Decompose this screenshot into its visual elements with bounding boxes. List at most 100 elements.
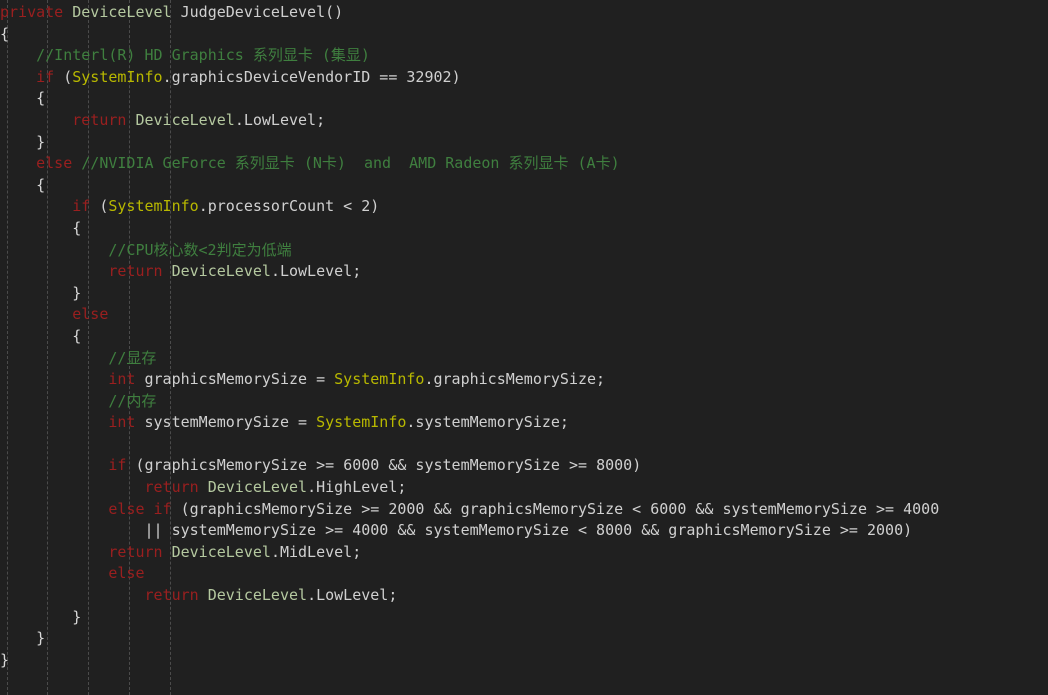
token-brace: { <box>36 89 46 108</box>
token-number: 4000 <box>352 521 389 540</box>
token-brace: } <box>72 607 82 626</box>
token-class: SystemInfo <box>334 370 425 389</box>
code-line[interactable]: { <box>0 175 1048 197</box>
code-line[interactable]: { <box>0 24 1048 46</box>
token-plain: JudgeDeviceLevel() <box>171 3 344 21</box>
code-line[interactable]: //CPU核心数<2判定为低端 <box>0 240 1048 262</box>
token-plain: .graphicsMemorySize; <box>424 370 606 389</box>
code-line[interactable]: } <box>0 628 1048 650</box>
code-line[interactable]: return DeviceLevel.LowLevel; <box>0 585 1048 607</box>
token-number: 32902 <box>406 67 452 86</box>
token-brace: } <box>36 629 46 648</box>
code-editor[interactable]: private DeviceLevel JudgeDeviceLevel(){ … <box>0 0 1048 695</box>
token-plain: .graphicsDeviceVendorID == <box>162 67 407 86</box>
code-line[interactable]: return DeviceLevel.HighLevel; <box>0 477 1048 499</box>
token-comment: //Interl(R) HD Graphics 系列显卡 (集显) <box>36 46 370 65</box>
code-line[interactable]: } <box>0 132 1048 154</box>
token-keyword: return <box>108 262 163 281</box>
token-type: DeviceLevel <box>207 478 308 497</box>
code-line[interactable]: return DeviceLevel.LowLevel; <box>0 261 1048 283</box>
token-plain: .systemMemorySize; <box>406 413 569 432</box>
code-line[interactable]: return DeviceLevel.MidLevel; <box>0 542 1048 564</box>
token-number: 6000 <box>343 456 380 475</box>
token-brace: { <box>36 175 46 194</box>
code-line[interactable]: } <box>0 650 1048 672</box>
code-line[interactable]: else //NVIDIA GeForce 系列显卡 (N卡) and AMD … <box>0 153 1048 175</box>
code-line[interactable]: { <box>0 218 1048 240</box>
token-number: 2000 <box>866 521 904 540</box>
code-line[interactable]: private DeviceLevel JudgeDeviceLevel() <box>0 2 1048 24</box>
code-line[interactable]: if (graphicsMemorySize >= 6000 && system… <box>0 455 1048 477</box>
token-keyword: int <box>108 413 136 432</box>
token-plain: ( <box>54 67 73 86</box>
token-plain: ) <box>370 197 380 216</box>
token-type: DeviceLevel <box>72 3 172 21</box>
token-plain: .HighLevel; <box>307 478 407 497</box>
token-keyword: else <box>72 305 109 324</box>
token-class: SystemInfo <box>108 197 199 216</box>
token-class: SystemInfo <box>316 413 407 432</box>
code-line[interactable]: || systemMemorySize >= 4000 && systemMem… <box>0 520 1048 542</box>
code-line[interactable] <box>0 434 1048 456</box>
code-line[interactable]: int systemMemorySize = SystemInfo.system… <box>0 412 1048 434</box>
token-comment: //内存 <box>108 391 157 410</box>
code-line[interactable]: } <box>0 283 1048 305</box>
token-number: 2000 <box>388 499 425 518</box>
token-keyword: if <box>108 456 127 475</box>
token-plain: ) <box>451 67 461 86</box>
code-line[interactable]: //内存 <box>0 391 1048 413</box>
code-line[interactable]: else <box>0 304 1048 326</box>
code-line[interactable]: } <box>0 607 1048 629</box>
token-comment: //CPU核心数<2判定为低端 <box>108 240 292 259</box>
code-line[interactable]: //显存 <box>0 348 1048 370</box>
code-line[interactable]: else if (graphicsMemorySize >= 2000 && g… <box>0 499 1048 521</box>
code-line[interactable]: //Interl(R) HD Graphics 系列显卡 (集显) <box>0 45 1048 67</box>
token-plain: .processorCount < <box>198 197 362 216</box>
token-plain: && graphicsMemorySize >= <box>632 521 867 540</box>
code-line[interactable]: if (SystemInfo.graphicsDeviceVendorID ==… <box>0 67 1048 89</box>
token-brace: } <box>36 132 46 151</box>
code-line[interactable]: if (SystemInfo.processorCount < 2) <box>0 196 1048 218</box>
code-line[interactable]: { <box>0 88 1048 110</box>
code-line[interactable]: { <box>0 326 1048 348</box>
token-plain: ) <box>632 456 642 475</box>
code-line[interactable]: else <box>0 563 1048 585</box>
code-content[interactable]: private DeviceLevel JudgeDeviceLevel(){ … <box>0 0 1048 671</box>
token-plain: && systemMemorySize >= <box>686 499 904 518</box>
token-plain: || systemMemorySize >= <box>0 521 353 540</box>
token-keyword: return <box>72 110 127 129</box>
token-keyword: else <box>108 564 145 583</box>
token-keyword: return <box>108 542 163 561</box>
token-keyword: private <box>0 3 64 21</box>
token-plain: ) <box>903 521 913 540</box>
code-line[interactable]: int graphicsMemorySize = SystemInfo.grap… <box>0 369 1048 391</box>
token-plain: && graphicsMemorySize < <box>424 499 651 518</box>
code-line[interactable]: return DeviceLevel.LowLevel; <box>0 110 1048 132</box>
token-keyword: return <box>144 478 199 497</box>
token-plain: systemMemorySize = <box>135 413 317 432</box>
token-type: DeviceLevel <box>171 262 271 281</box>
